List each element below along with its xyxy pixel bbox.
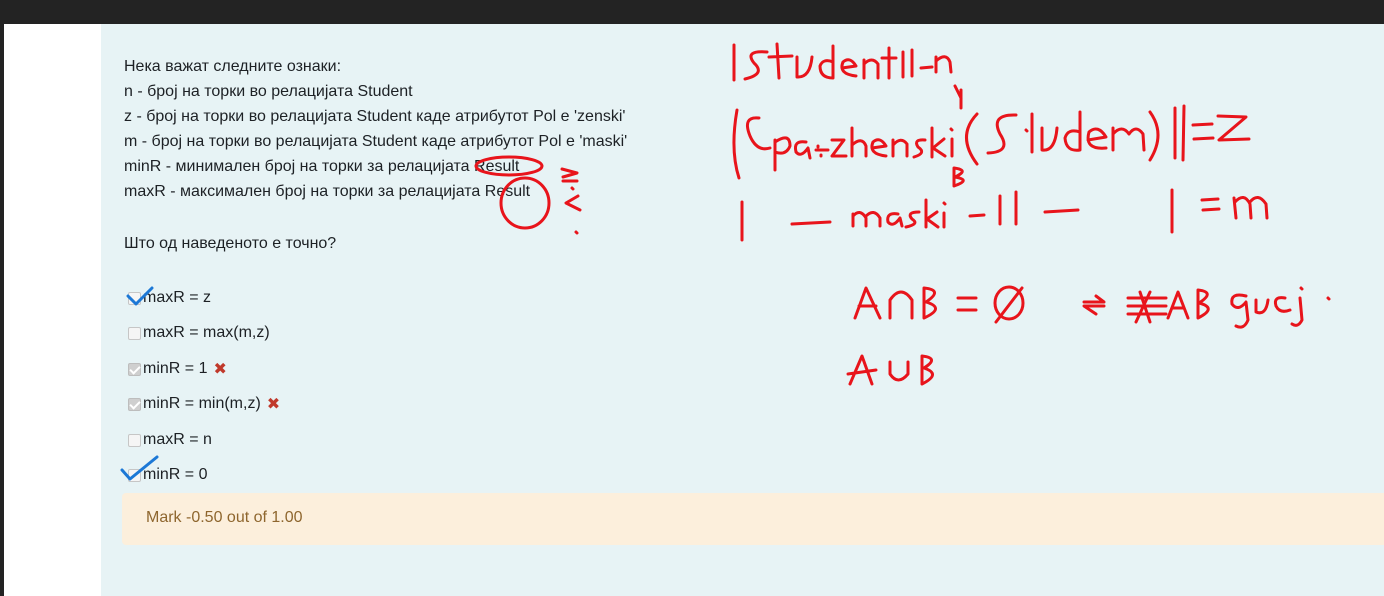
answer-option[interactable]: maxR = max(m,z): [128, 321, 270, 345]
question-line: maxR - максимален број на торки за релац…: [124, 183, 531, 200]
answer-checkbox[interactable]: [128, 397, 141, 411]
window-left-edge: [0, 24, 4, 596]
answer-checkbox[interactable]: [128, 362, 141, 376]
answer-label: maxR = z: [143, 289, 212, 306]
question-line: n - број на торки во релацијата Student: [124, 83, 413, 100]
answer-label: maxR = n: [143, 431, 212, 448]
question-line: z - број на торки во релацијата Student …: [124, 108, 626, 125]
question-line: Нека важат следните ознаки:: [124, 58, 342, 75]
mark-text: Mark -0.50 out of 1.00: [146, 509, 303, 526]
answer-label: minR = 0: [143, 466, 208, 483]
incorrect-icon: ✖: [213, 361, 227, 378]
question-prompt: Што од наведеното е точно?: [124, 235, 337, 252]
answer-label: maxR = max(m,z): [143, 324, 270, 341]
answer-option[interactable]: maxR = z: [128, 286, 211, 310]
feedback-box: Mark -0.50 out of 1.00: [122, 493, 1384, 545]
incorrect-icon: ✖: [266, 396, 281, 413]
answer-checkbox[interactable]: [128, 326, 141, 340]
answer-label: minR = min(m,z): [143, 395, 261, 412]
answer-checkbox[interactable]: [128, 291, 141, 305]
answer-label: minR = 1: [143, 360, 208, 377]
answer-option[interactable]: minR = min(m,z) ✖: [128, 392, 280, 416]
answer-checkbox[interactable]: [128, 468, 141, 482]
answer-checkbox[interactable]: [128, 433, 141, 447]
question-text: Нека важат следните ознаки: n - број на …: [124, 54, 627, 204]
question-line: m - број на торки во релацијата Student …: [124, 133, 628, 150]
question-line: minR - минимален број на торки за релаци…: [124, 158, 520, 175]
answer-option[interactable]: maxR = n: [128, 428, 212, 452]
answer-option[interactable]: minR = 1 ✖: [128, 357, 227, 381]
answer-option[interactable]: minR = 0: [128, 463, 207, 487]
window-top-bar: [0, 0, 1384, 24]
